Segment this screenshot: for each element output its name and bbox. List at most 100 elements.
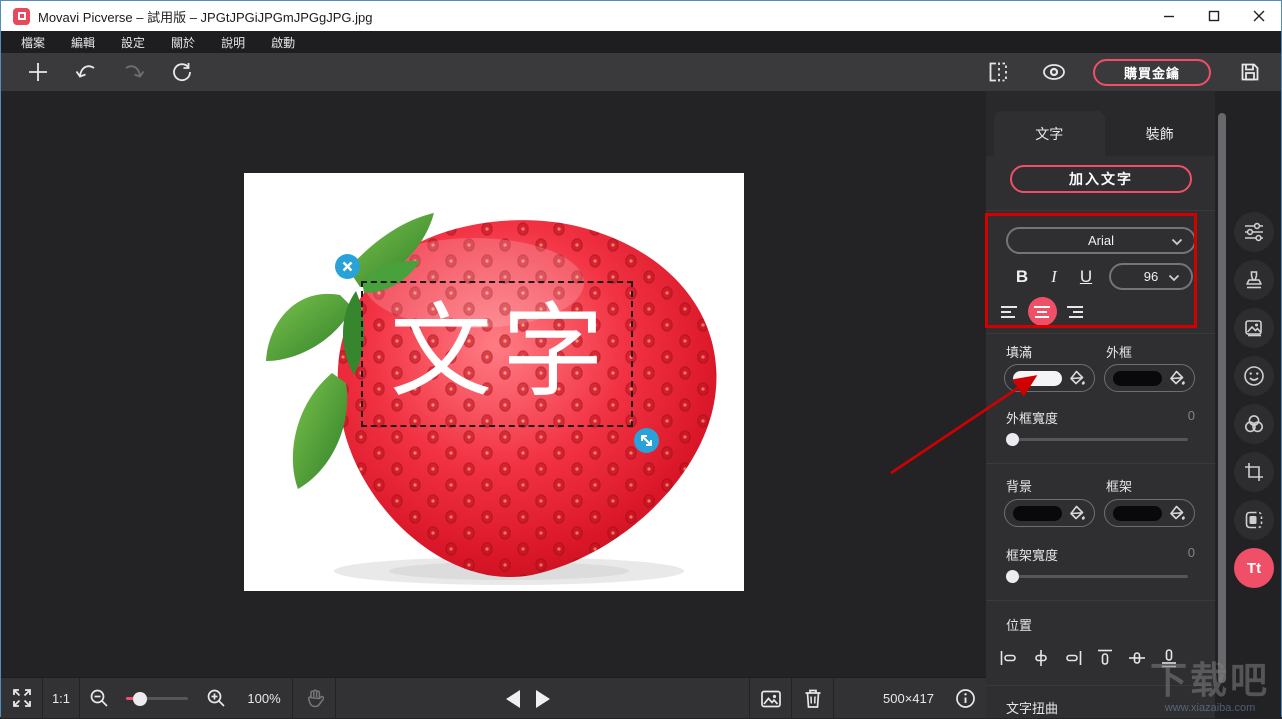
frame-label: 框架 [1106, 476, 1132, 495]
watermark: 下载吧 www.xiazaiba.com [1135, 661, 1282, 714]
expand-icon [12, 688, 32, 708]
maximize-button[interactable] [1191, 1, 1236, 31]
overlay-text[interactable]: 文字 [380, 303, 614, 405]
editor-canvas[interactable]: 文字 [1, 91, 986, 677]
maximize-icon [1208, 10, 1220, 22]
reset-icon [171, 61, 193, 83]
position-left-icon [999, 648, 1019, 668]
menu-item-6[interactable]: 啟動 [267, 32, 299, 53]
resize-arrow-icon [640, 434, 653, 447]
add-text-button[interactable]: 加入文字 [1010, 165, 1192, 193]
reset-button[interactable] [165, 57, 199, 87]
crop-tool-button[interactable] [1234, 452, 1274, 492]
eye-icon [1041, 61, 1067, 83]
resize-text-handle[interactable] [634, 428, 659, 453]
compare-button[interactable] [981, 57, 1015, 87]
position-top-icon [1095, 648, 1115, 668]
delete-image-button[interactable] [792, 678, 833, 719]
tab-text[interactable]: 文字 [994, 111, 1105, 156]
adjustments-tool-button[interactable] [1234, 212, 1274, 252]
actual-size-button[interactable]: 1:1 [43, 678, 79, 719]
undo-button[interactable] [69, 57, 103, 87]
delete-text-handle[interactable] [335, 254, 360, 279]
undo-icon [74, 61, 98, 83]
resize-tool-button[interactable] [1234, 500, 1274, 540]
photo-strawberry[interactable]: 文字 [244, 173, 744, 591]
position-hcenter-icon [1031, 648, 1051, 668]
redo-button[interactable] [117, 57, 151, 87]
save-button[interactable] [1233, 57, 1267, 87]
image-gallery-button[interactable] [750, 678, 791, 719]
app-logo-icon [13, 8, 30, 25]
menu-bar: 檔案編輯設定關於說明啟動 [1, 31, 1281, 53]
hand-icon [304, 688, 324, 708]
position-label: 位置 [1006, 615, 1032, 634]
main-toolbar: 購買金鑰 [1, 53, 1281, 91]
info-icon [955, 688, 976, 709]
fit-screen-button[interactable] [1, 678, 42, 719]
slider-thumb[interactable] [1006, 570, 1019, 583]
menu-item-1[interactable]: 檔案 [17, 32, 49, 53]
menu-item-3[interactable]: 設定 [117, 32, 149, 53]
panel-scrollbar[interactable] [1218, 113, 1226, 683]
plus-icon [27, 61, 49, 83]
image-icon [760, 689, 782, 709]
position-hcenter-button[interactable] [1030, 646, 1052, 670]
ratio-label: 1:1 [52, 691, 70, 706]
menu-item-2[interactable]: 編輯 [67, 32, 99, 53]
frame-width-value: 0 [1188, 545, 1195, 560]
outline-width-value: 0 [1188, 408, 1195, 423]
background-removal-tool-button[interactable] [1234, 308, 1274, 348]
pan-tool-button[interactable] [293, 678, 335, 719]
trash-icon [803, 688, 823, 709]
zoom-in-button[interactable] [196, 678, 236, 719]
zoom-slider-thumb[interactable] [133, 692, 147, 706]
text-tool-label: Tt [1247, 560, 1261, 577]
minimize-icon [1163, 10, 1175, 22]
text-warp-label: 文字扭曲 [1006, 698, 1058, 717]
stickers-tool-button[interactable] [1234, 356, 1274, 396]
menu-item-5[interactable]: 說明 [217, 32, 249, 53]
retouch-tool-button[interactable] [1234, 260, 1274, 300]
next-image-button[interactable] [536, 690, 550, 708]
close-x-icon [342, 261, 353, 272]
zoom-slider[interactable] [126, 692, 188, 705]
color-circles-icon [1242, 412, 1266, 436]
tab-decor[interactable]: 裝飾 [1105, 111, 1216, 156]
position-top-button[interactable] [1094, 646, 1116, 670]
position-right-icon [1063, 648, 1083, 668]
position-left-button[interactable] [998, 646, 1020, 670]
image-dimensions: 500×417 [834, 678, 944, 719]
paint-bucket-icon [1169, 370, 1186, 387]
dashed-square-icon [1242, 508, 1266, 532]
minimize-button[interactable] [1146, 1, 1191, 31]
close-button[interactable] [1236, 1, 1281, 31]
paint-bucket-icon [1069, 505, 1086, 522]
outline-label: 外框 [1106, 342, 1132, 361]
menu-item-4[interactable]: 關於 [167, 32, 199, 53]
add-image-button[interactable] [21, 57, 55, 87]
sliders-icon [1242, 220, 1266, 244]
paint-bucket-icon [1169, 505, 1186, 522]
effects-tool-button[interactable] [1234, 404, 1274, 444]
buy-key-button[interactable]: 購買金鑰 [1093, 59, 1211, 86]
text-selection-box[interactable]: 文字 [361, 281, 633, 427]
zoom-in-icon [206, 688, 226, 708]
outline-color-picker[interactable] [1104, 364, 1195, 392]
annotation-arrow [861, 361, 1061, 491]
redo-icon [122, 61, 146, 83]
stamp-icon [1242, 268, 1266, 292]
text-tool-button[interactable]: Tt [1234, 548, 1274, 588]
zoom-out-button[interactable] [80, 678, 118, 719]
status-bar: 1:1 100% [1, 677, 986, 718]
watermark-title: 下载吧 [1135, 661, 1282, 702]
position-right-button[interactable] [1062, 646, 1084, 670]
frame-color-picker[interactable] [1104, 499, 1195, 527]
info-button[interactable] [944, 678, 986, 719]
paint-bucket-icon [1069, 370, 1086, 387]
background-color-picker[interactable] [1004, 499, 1095, 527]
frame-width-slider[interactable] [1006, 570, 1188, 583]
preview-button[interactable] [1037, 57, 1071, 87]
picture-icon [1242, 316, 1266, 340]
previous-image-button[interactable] [506, 690, 520, 708]
